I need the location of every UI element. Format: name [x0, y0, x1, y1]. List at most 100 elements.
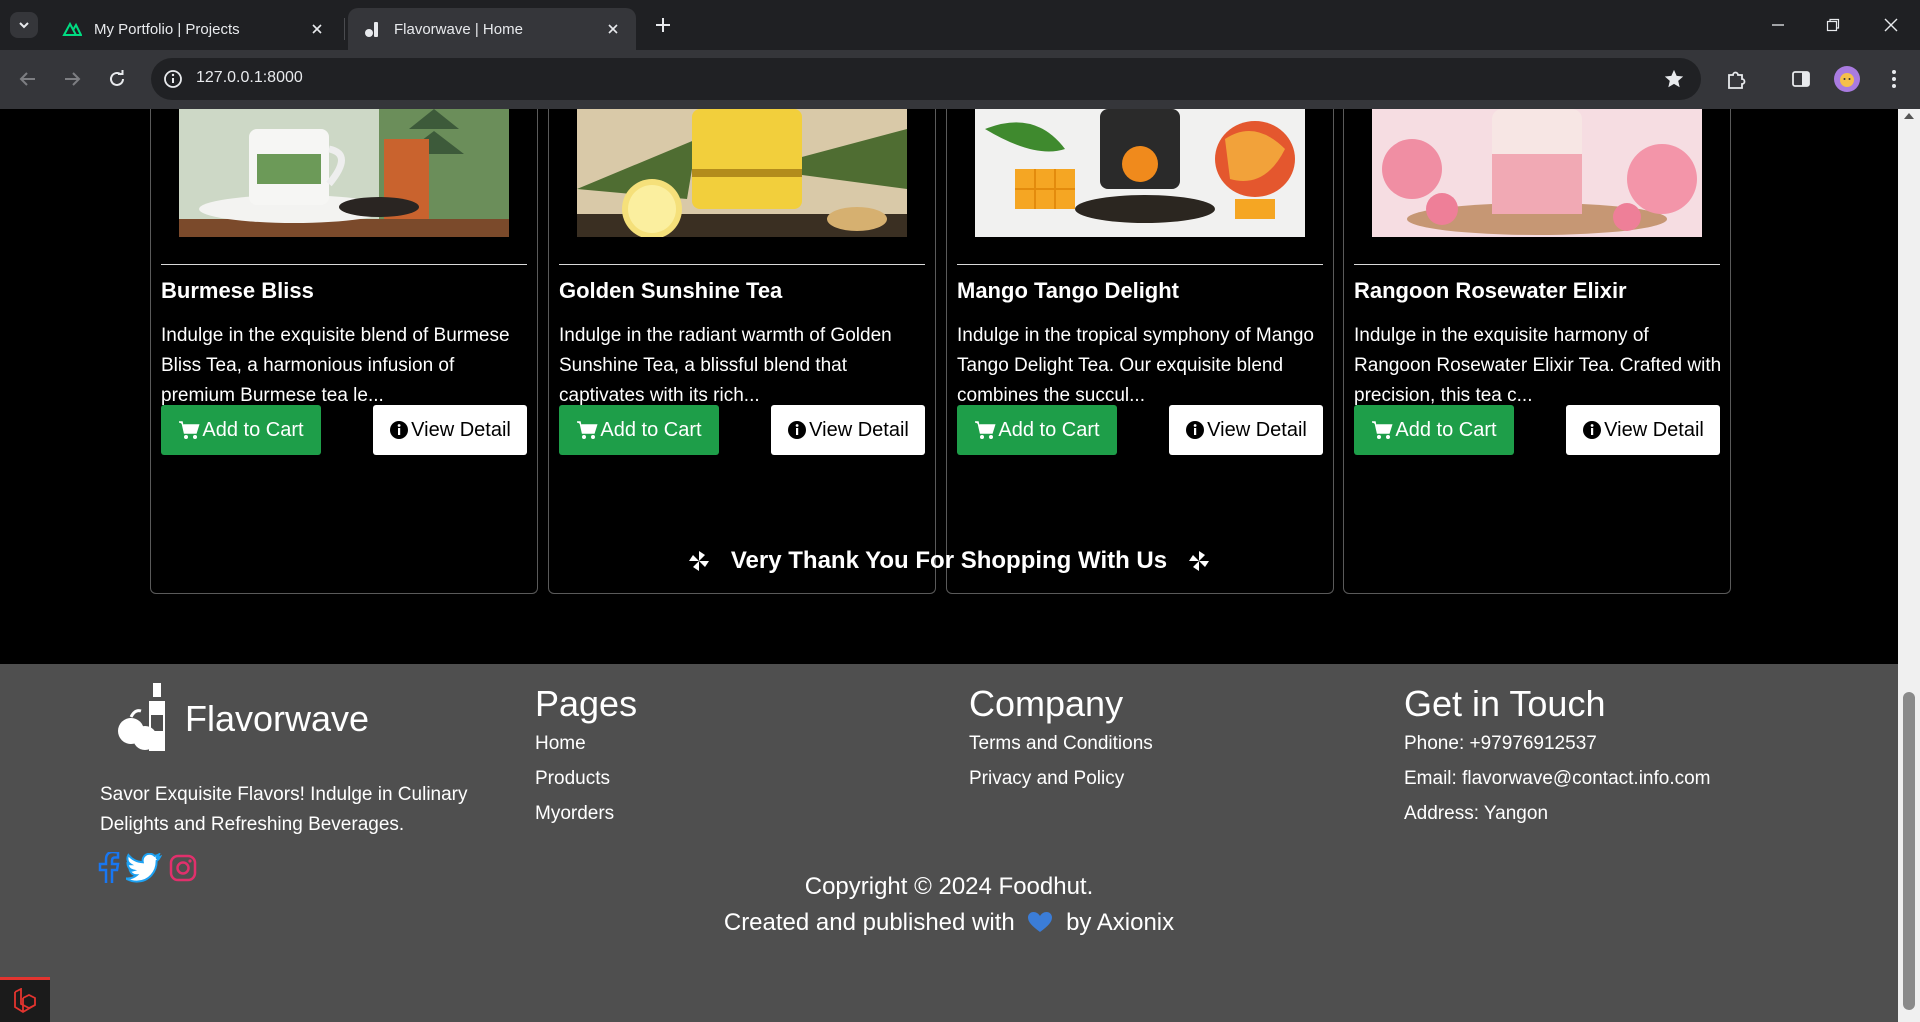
tab-my-portfolio[interactable]: My Portfolio | Projects: [48, 8, 340, 50]
flavorwave-favicon-icon: [362, 19, 382, 39]
footer-contact-column: Get in Touch Phone: +97976912537 Email: …: [1404, 684, 1711, 831]
view-detail-button[interactable]: View Detail: [771, 405, 925, 455]
contact-heading: Get in Touch: [1404, 683, 1606, 724]
minimize-button[interactable]: [1763, 10, 1793, 40]
product-card: Rangoon Rosewater Elixir Indulge in the …: [1343, 109, 1731, 594]
new-tab-button[interactable]: [650, 12, 676, 38]
copyright-block: Copyright © 2024 Foodhut. Created and pu…: [0, 869, 1898, 941]
tab-strip: My Portfolio | Projects Flavorwave | Hom…: [0, 0, 1920, 50]
reload-icon: [110, 70, 124, 86]
product-image-golden-sunshine-tea[interactable]: [577, 109, 907, 237]
product-card: Golden Sunshine Tea Indulge in the radia…: [548, 109, 936, 594]
brand-name: Flavorwave: [185, 698, 370, 739]
thank-you-text: Very Thank You For Shopping With Us: [730, 547, 1168, 574]
view-detail-label: View Detail: [411, 418, 511, 441]
product-card: Mango Tango Delight Indulge in the tropi…: [946, 109, 1334, 594]
product-image-mango-tango-delight[interactable]: [975, 109, 1305, 237]
reload-button[interactable]: [103, 65, 131, 93]
add-to-cart-button[interactable]: Add to Cart: [1354, 405, 1514, 455]
cart-icon: [179, 421, 200, 439]
info-circle-icon: [1583, 421, 1602, 439]
site-info-icon[interactable]: [163, 69, 183, 89]
view-detail-label: View Detail: [809, 418, 909, 441]
close-icon[interactable]: [604, 20, 622, 38]
address-bar[interactable]: 127.0.0.1:8000: [151, 58, 1701, 100]
info-circle-icon: [788, 421, 807, 439]
avatar-face-icon: [1840, 73, 1854, 87]
footer-link-products[interactable]: Products: [535, 761, 637, 796]
arrow-right-icon: [65, 72, 81, 86]
product-description: Indulge in the exquisite harmony of Rang…: [1354, 325, 1722, 406]
arrow-left-icon: [19, 72, 35, 86]
product-name: Burmese Bliss: [161, 278, 314, 303]
cart-icon: [1372, 421, 1393, 439]
chevron-down-icon: [19, 22, 29, 29]
view-detail-button[interactable]: View Detail: [1566, 405, 1720, 455]
back-button[interactable]: [14, 65, 42, 93]
product-name: Mango Tango Delight: [957, 278, 1180, 303]
contact-phone: Phone: +97976912537: [1404, 733, 1597, 754]
footer-pages-column: Pages Home Products Myorders: [535, 684, 637, 831]
contact-address: Address: Yangon: [1404, 803, 1549, 824]
laravel-debugbar-toggle[interactable]: [0, 977, 50, 1022]
info-circle-icon: [1186, 421, 1205, 439]
restore-icon: [1826, 18, 1840, 32]
profile-avatar[interactable]: [1834, 66, 1860, 92]
side-panel-button[interactable]: [1787, 65, 1815, 93]
scroll-up-arrow-icon[interactable]: [1904, 113, 1914, 119]
cart-icon: [975, 421, 996, 439]
footer-link-privacy[interactable]: Privacy and Policy: [969, 761, 1153, 796]
more-vertical-icon: [1892, 70, 1896, 88]
add-to-cart-label: Add to Cart: [1395, 418, 1497, 441]
company-heading: Company: [969, 683, 1124, 724]
card-divider: [161, 264, 527, 265]
restore-button[interactable]: [1818, 10, 1848, 40]
footer-link-home[interactable]: Home: [535, 726, 637, 761]
product-name: Rangoon Rosewater Elixir: [1354, 278, 1627, 303]
cart-icon: [577, 421, 598, 439]
site-footer: Flavorwave Savor Exquisite Flavors! Indu…: [0, 664, 1898, 1022]
url-text[interactable]: 127.0.0.1:8000: [196, 69, 303, 87]
puzzle-icon: [1728, 71, 1746, 89]
extensions-button[interactable]: [1722, 65, 1750, 93]
footer-link-terms[interactable]: Terms and Conditions: [969, 726, 1153, 761]
pinwheel-icon: [687, 549, 711, 573]
tab-search-button[interactable]: [10, 12, 38, 38]
product-image-burmese-bliss[interactable]: [179, 109, 509, 237]
created-prefix: Created and published with: [723, 909, 1015, 936]
add-to-cart-button[interactable]: Add to Cart: [559, 405, 719, 455]
page-scrollbar[interactable]: [1898, 109, 1920, 1022]
laravel-logo-icon: [14, 988, 36, 1014]
add-to-cart-label: Add to Cart: [600, 418, 702, 441]
flavorwave-logo-icon: [118, 683, 165, 751]
tab-separator: [344, 18, 345, 40]
browser-toolbar: 127.0.0.1:8000: [0, 50, 1920, 109]
product-card: Burmese Bliss Indulge in the exquisite b…: [150, 109, 538, 594]
view-detail-label: View Detail: [1604, 418, 1704, 441]
bookmark-star-icon[interactable]: [1663, 68, 1685, 90]
product-image-rangoon-rosewater-elixir[interactable]: [1372, 109, 1702, 237]
browser-menu-button[interactable]: [1880, 65, 1908, 93]
add-to-cart-label: Add to Cart: [202, 418, 304, 441]
scrollbar-thumb[interactable]: [1903, 692, 1915, 1010]
view-detail-label: View Detail: [1207, 418, 1307, 441]
thank-you-banner: Very Thank You For Shopping With Us: [0, 547, 1898, 575]
card-divider: [1354, 264, 1720, 265]
tab-flavorwave-home[interactable]: Flavorwave | Home: [348, 8, 636, 50]
card-divider: [957, 264, 1323, 265]
card-divider: [559, 264, 925, 265]
view-detail-button[interactable]: View Detail: [373, 405, 527, 455]
plus-icon: [656, 18, 670, 32]
created-by-line: Created and published with by Axionix: [0, 905, 1898, 941]
add-to-cart-label: Add to Cart: [998, 418, 1100, 441]
page-viewport: Burmese Bliss Indulge in the exquisite b…: [0, 109, 1898, 1022]
view-detail-button[interactable]: View Detail: [1169, 405, 1323, 455]
add-to-cart-button[interactable]: Add to Cart: [957, 405, 1117, 455]
close-icon[interactable]: [308, 20, 326, 38]
forward-button[interactable]: [58, 65, 86, 93]
footer-company-column: Company Terms and Conditions Privacy and…: [969, 684, 1153, 796]
window-close-button[interactable]: [1876, 10, 1906, 40]
add-to-cart-button[interactable]: Add to Cart: [161, 405, 321, 455]
footer-brand[interactable]: Flavorwave: [115, 683, 369, 755]
footer-link-myorders[interactable]: Myorders: [535, 796, 637, 831]
